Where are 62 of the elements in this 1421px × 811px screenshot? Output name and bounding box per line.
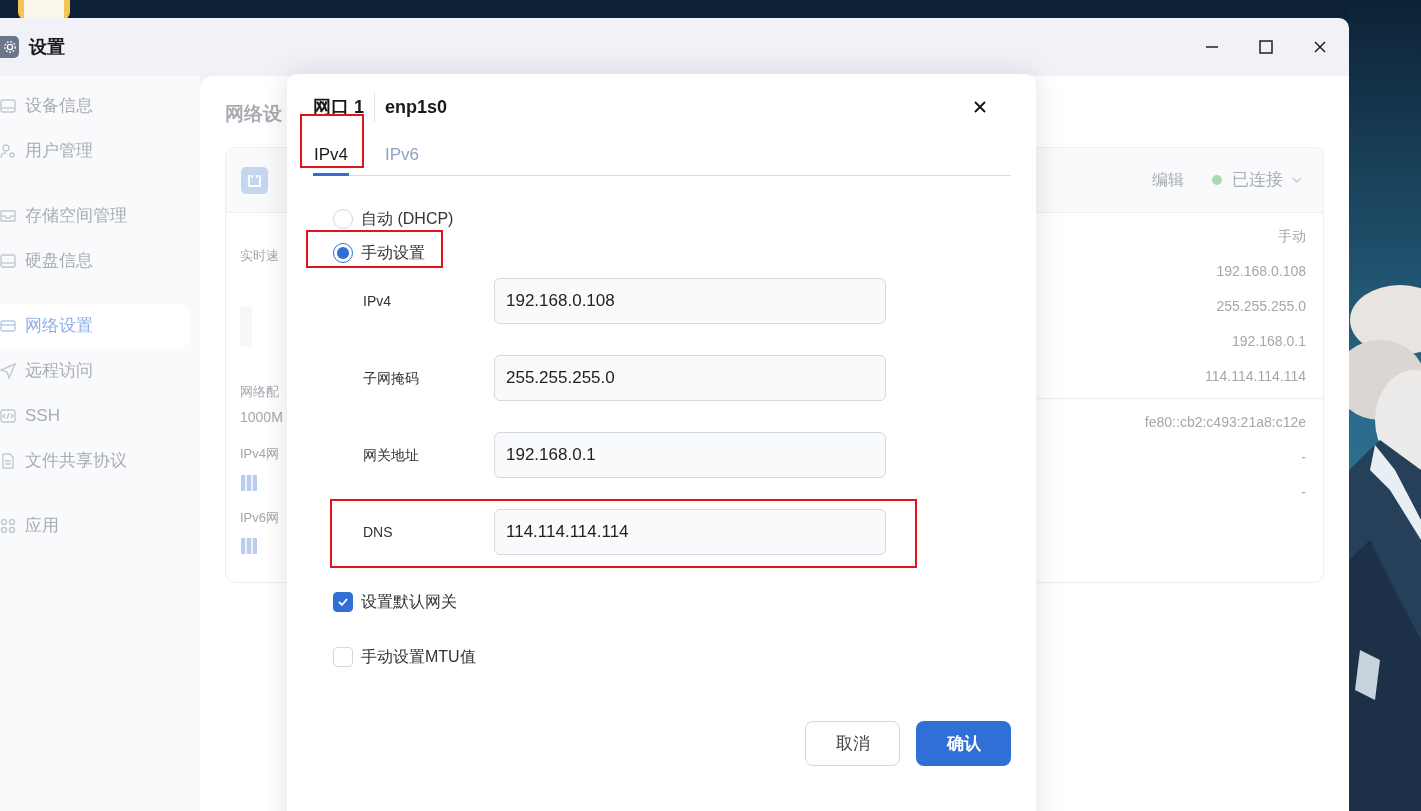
- maximize-icon[interactable]: [1259, 40, 1273, 54]
- card-icon: [0, 318, 16, 334]
- apps-icon: [0, 518, 16, 534]
- field-label: 网关地址: [362, 445, 420, 465]
- field-label: 子网掩码: [362, 368, 420, 388]
- info-label: IPv4网: [240, 445, 280, 463]
- tab[interactable]: IPv6: [384, 142, 421, 176]
- document-icon: [0, 453, 16, 469]
- sidebar-item[interactable]: 应用: [0, 504, 190, 548]
- window-title: 设置: [29, 35, 65, 59]
- radio-label: 自动 (DHCP): [361, 209, 454, 229]
- drive-icon: [0, 253, 16, 269]
- sidebar-item[interactable]: 设备信息: [0, 84, 190, 128]
- server-icon: [240, 537, 258, 555]
- field-label: IPv4: [362, 291, 392, 311]
- checkbox[interactable]: [333, 592, 353, 612]
- field-label: DNS: [362, 522, 394, 542]
- radio-label: 手动设置: [361, 243, 425, 263]
- sidebar-item[interactable]: 远程访问: [0, 349, 190, 393]
- confirm-button[interactable]: 确认: [916, 721, 1011, 766]
- close-icon[interactable]: [1313, 40, 1327, 54]
- check-icon: [337, 596, 349, 608]
- close-icon[interactable]: [974, 101, 986, 113]
- dialog-title: 网口 1: [313, 95, 364, 119]
- ipv6-info-value: -: [1301, 448, 1306, 467]
- info-value: 1000M: [240, 408, 284, 427]
- send-icon: [0, 363, 16, 379]
- ipv4-info-value: 192.168.0.1: [1232, 332, 1306, 351]
- drive-icon: [0, 98, 16, 114]
- sidebar-item[interactable]: 硬盘信息: [0, 239, 190, 283]
- edit-link[interactable]: 编辑: [1152, 168, 1184, 192]
- ethernet-icon: [241, 166, 268, 194]
- sidebar-item[interactable]: SSH: [0, 394, 190, 438]
- server-icon: [240, 473, 258, 492]
- info-label: 实时速: [240, 247, 280, 265]
- ipv6-info-value: fe80::cb2:c493:21a8:c12e: [1144, 413, 1306, 432]
- cancel-button[interactable]: 取消: [805, 721, 900, 766]
- tray-icon: [0, 208, 16, 224]
- ipv4-info-value: 114.114.114.114: [1205, 367, 1306, 386]
- input-field[interactable]: 192.168.0.108: [494, 278, 886, 324]
- ipv4-info-value: 手动: [1278, 227, 1306, 246]
- gear-icon: [0, 36, 19, 58]
- info-label: 网络配: [240, 382, 280, 401]
- input-field[interactable]: 114.114.114.114: [494, 509, 886, 555]
- page-title: 网络设: [225, 102, 282, 126]
- ipv4-info-value: 192.168.0.108: [1216, 262, 1306, 281]
- user-icon: [0, 143, 16, 159]
- checkbox-label: 手动设置MTU值: [361, 647, 476, 667]
- interface-name: enp1s0: [385, 95, 448, 119]
- ipv6-info-value: -: [1301, 483, 1306, 502]
- sidebar-item[interactable]: 用户管理: [0, 129, 190, 173]
- info-label: IPv6网: [240, 508, 280, 527]
- sidebar-item[interactable]: 存储空间管理: [0, 194, 190, 238]
- sidebar-item[interactable]: 网络设置: [0, 304, 190, 348]
- code-icon: [0, 408, 16, 424]
- tab[interactable]: IPv4: [313, 142, 350, 176]
- sidebar-item[interactable]: 文件共享协议: [0, 439, 190, 483]
- ipv4-info-value: 255.255.255.0: [1216, 297, 1306, 316]
- input-field[interactable]: 192.168.0.1: [494, 432, 886, 478]
- input-field[interactable]: 255.255.255.0: [494, 355, 886, 401]
- status-label: 已连接: [1232, 169, 1283, 192]
- checkbox-label: 设置默认网关: [361, 592, 457, 612]
